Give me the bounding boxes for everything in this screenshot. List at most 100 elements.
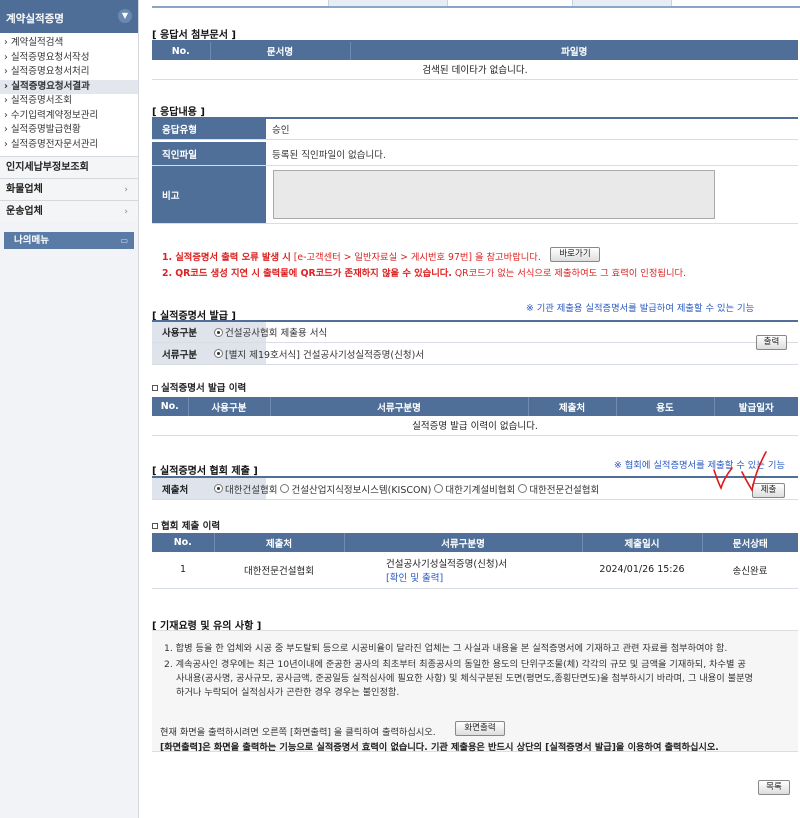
sidebar-cat-label: 운송업체 [6,206,43,217]
sidebar-item-certificate-view[interactable]: › 실적증명서조회 [0,94,138,109]
top-tab-strip [152,0,800,8]
notice-rest: [e-고객센터 > 일반자료실 > 게시번호 97번] 을 참고바랍니다. [290,252,541,263]
table-row: 실적증명 발급 이력이 없습니다. [152,416,798,436]
response-type-row: 응답유형 승인 [152,117,798,140]
col-header: 서류구분명 [270,397,529,416]
col-header: 문서명 [210,41,351,60]
col-header: 파일명 [350,41,798,60]
dest-radio-kica[interactable] [214,484,223,493]
submit-history-table: No. 제출처 서류구분명 제출일시 문서상태 1 대한전문건설협회 건설공사기… [152,533,798,589]
use-type-text: 건설공사협회 제출용 서식 [225,328,328,339]
sidebar: 계약실적증명 ▼ › 계약실적검색 › 실적증명요청서작성 › 실적증명요청서처… [0,0,139,818]
cell-dest: 대한전문건설협회 [214,552,344,589]
seal-file-row: 직인파일 등록된 직인파일이 없습니다. [152,142,798,166]
empty-message: 검색된 데이타가 없습니다. [152,60,798,80]
print-instruction: 현재 화면을 출력하시려면 오른쪽 [화면출력] 을 클릭하여 출력하십시오. [160,727,436,738]
sidebar-cat-stamp-tax[interactable]: 인지세납부정보조회 [0,156,138,178]
remark-textarea[interactable] [273,170,715,219]
col-header: 제출처 [528,397,617,416]
sidebar-cat-freight[interactable]: 화물업체 › [0,178,138,200]
table-header-row: No. 문서명 파일명 [152,41,798,60]
sidebar-item-request-result[interactable]: › 실적증명요청서결과 [0,79,138,94]
cell-no: 1 [152,552,214,589]
my-menu-label: 나의메뉴 [14,235,49,246]
print-warning: [화면출력]은 화면을 출력하는 기능으로 실적증명서 효력이 없습니다. 기관… [160,742,719,753]
print-button[interactable]: 출력 [756,335,787,350]
table-header-row: No. 사용구분 서류구분명 제출처 용도 발급일자 [152,397,798,416]
col-header: 문서상태 [702,533,798,552]
seal-file-value: 등록된 직인파일이 없습니다. [272,149,386,161]
col-header: 용도 [616,397,715,416]
use-type-value: 건설공사협회 제출용 서식 [214,322,327,342]
sidebar-item-edoc-manage[interactable]: › 실적증명전자문서관리 [0,138,138,153]
sidebar-item-issue-status[interactable]: › 실적증명발급현황 [0,123,138,138]
table-row: 1 대한전문건설협회 건설공사기성실적증명(신청)서 [확인 및 출력] 202… [152,552,798,589]
screen-print-button[interactable]: 화면출력 [455,721,505,736]
use-type-row: 사용구분 건설공사협회 제출용 서식 [152,320,798,343]
dest-option-label: 대한기계설비협회 [445,484,516,496]
guide-item-2c: 하거나 누락되어 실적심사가 곤란한 경우 경우는 불인정함. [176,687,400,698]
list-button[interactable]: 목록 [758,780,790,795]
empty-message: 실적증명 발급 이력이 없습니다. [152,416,798,436]
issue-history-title-text: 실적증명서 발급 이력 [161,383,247,394]
col-header: No. [152,397,189,416]
table-row: 검색된 데이타가 없습니다. [152,60,798,80]
square-bullet-icon [152,523,158,529]
square-bullet-icon [152,385,158,391]
dest-radio-kiscon[interactable] [280,484,290,493]
cell-doc: 건설공사기성실적증명(신청)서 [확인 및 출력] [344,552,582,589]
notice-bold: 1. 실적증명서 출력 오류 발생 시 [162,252,291,263]
submit-button[interactable]: 제출 [752,483,785,498]
col-header: 제출처 [214,533,345,552]
col-header: 사용구분 [188,397,271,416]
sidebar-cat-transport[interactable]: 운송업체 › [0,200,138,222]
top-tab[interactable] [328,0,448,6]
sidebar-item-contract-search[interactable]: › 계약실적검색 [0,36,138,51]
col-header: 제출일시 [582,533,703,552]
col-header: 서류구분명 [344,533,583,552]
response-title: [ 응답내용 ] [152,107,205,118]
top-tab[interactable] [572,0,672,6]
doc-type-row: 서류구분 [별지 제19호서식] 건설공사기성실적증명(신청)서 [152,343,798,365]
doc-type-radio[interactable] [214,349,223,358]
my-menu-button[interactable]: 나의메뉴 ▭ [4,232,134,249]
response-type-value: 승인 [272,125,290,136]
sidebar-item-request-write[interactable]: › 실적증명요청서작성 [0,51,138,66]
submit-history-title-text: 협회 제출 이력 [161,521,221,532]
toggle-icon[interactable]: ▭ [120,232,128,249]
dest-option-label: 대한건설협회 [225,484,278,496]
guide-item-2b: 사내용(공사명, 공사규모, 공사금액, 준공일등 실적심사에 필요한 사항) … [176,673,753,684]
submit-note: ※ 협회에 실적증명서를 제출할 수 있는 기능 [614,460,785,471]
table-header-row: No. 제출처 서류구분명 제출일시 문서상태 [152,533,798,552]
sidebar-cat-label: 인지세납부정보조회 [6,162,89,173]
dest-radio-kmea[interactable] [434,484,444,493]
submit-dest-row: 제출처 대한건설협회 건설산업지식정보시스템(KISCON) 대한기계설비협회 … [152,476,798,500]
confirm-print-link[interactable]: [확인 및 출력] [386,570,582,584]
sidebar-item-request-process[interactable]: › 실적증명요청서처리 [0,65,138,80]
cell-status: 송신완료 [702,552,798,589]
doc-type-value: [별지 제19호서식] 건설공사기성실적증명(신청)서 [214,343,424,364]
chevron-right-icon: › [124,185,128,195]
sidebar-submenu: › 계약실적검색 › 실적증명요청서작성 › 실적증명요청서처리 › 실적증명요… [0,33,138,156]
issue-note: ※ 기관 제출용 실적증명서를 발급하여 제출할 수 있는 기능 [526,303,755,314]
field-label: 응답유형 [152,119,266,139]
sidebar-header[interactable]: 계약실적증명 ▼ [0,0,138,33]
guide-item-2a: 2. 계속공사인 경우에는 최근 10년이내에 준공한 공사의 최초부터 최종공… [164,659,746,670]
issue-history-table: No. 사용구분 서류구분명 제출처 용도 발급일자 실적증명 발급 이력이 없… [152,397,798,436]
issue-history-title: 실적증명서 발급 이력 [152,380,246,394]
notice-line-1: 1. 실적증명서 출력 오류 발생 시 [e-고객센터 > 일반자료실 > 게시… [162,249,541,263]
dest-option-label: 대한전문건설협회 [529,484,600,496]
submit-history-title: 협회 제출 이력 [152,518,220,532]
col-header: No. [152,533,215,552]
notice-bold: 2. QR코드 생성 지연 시 출력물에 QR코드가 존재하지 않을 수 있습니… [162,268,452,279]
notice-rest: QR코드가 없는 서식으로 제출하여도 그 효력이 인정됩니다. [451,268,687,279]
guide-item-1: 1. 합병 등을 한 업체와 시공 중 부도탈퇴 등으로 시공비율이 달라진 업… [164,643,728,654]
chevron-down-icon[interactable]: ▼ [118,9,132,23]
sidebar-item-manual-contract[interactable]: › 수기입력계약정보관리 [0,109,138,124]
dest-radio-kosca[interactable] [518,484,528,493]
use-type-radio[interactable] [214,327,223,337]
cell-date: 2024/01/26 15:26 [582,552,702,589]
shortcut-button[interactable]: 바로가기 [550,247,600,262]
sidebar-cat-label: 화물업체 [6,184,43,195]
attachments-title: [ 응답서 첨부문서 ] [152,30,236,41]
